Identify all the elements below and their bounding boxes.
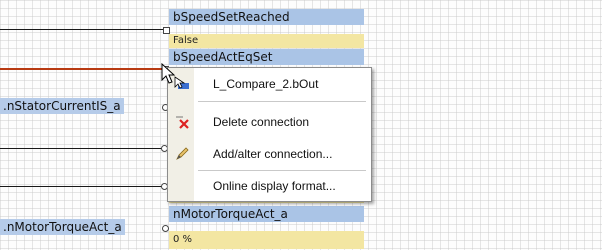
menu-item-label: Online display format... (213, 179, 336, 193)
menu-item-delete-connection[interactable]: Delete connection (168, 111, 371, 133)
menu-item-add-alter-connection[interactable]: Add/alter connection... (168, 143, 371, 165)
input-pin-speed-set-reached[interactable] (163, 27, 170, 34)
menu-item-label: Add/alter connection... (213, 147, 333, 161)
variable-name-motor-torque-side[interactable]: .nMotorTorqueAct_a (0, 219, 125, 235)
connection-line-4[interactable] (0, 186, 163, 187)
variable-name-speed-act-eq-set[interactable]: bSpeedActEqSet (169, 49, 364, 65)
variable-name-speed-set-reached[interactable]: bSpeedSetReached (169, 9, 364, 25)
connection-line-3[interactable] (0, 148, 163, 149)
menu-item-online-display-format[interactable]: Online display format... (168, 175, 371, 197)
menu-item-connection-source[interactable]: L_Compare_2.bOut (168, 73, 371, 95)
function-block-diagram-canvas[interactable]: bSpeedSetReached False bSpeedActEqSet .n… (0, 0, 602, 250)
menu-item-label: L_Compare_2.bOut (213, 77, 319, 91)
mouse-pointer-icon (161, 63, 176, 84)
connection-line-speed-act-eq-set[interactable] (0, 68, 163, 70)
menu-separator (198, 101, 366, 102)
variable-name-motor-torque-act[interactable]: nMotorTorqueAct_a (169, 206, 364, 222)
context-menu: L_Compare_2.bOut Delete connection Add/a… (167, 67, 372, 202)
delete-x-icon (174, 114, 190, 130)
variable-value-motor-torque-act: 0 % (169, 231, 364, 249)
output-pin-motor-torque[interactable] (162, 225, 169, 232)
variable-name-stator-current[interactable]: .nStatorCurrentIS_a (0, 98, 124, 114)
connection-line-speed-set-reached[interactable] (0, 29, 164, 30)
pencil-edit-icon (174, 146, 190, 162)
variable-value-speed-set-reached: False (169, 34, 364, 48)
menu-item-label: Delete connection (213, 115, 310, 129)
menu-separator (198, 170, 366, 171)
